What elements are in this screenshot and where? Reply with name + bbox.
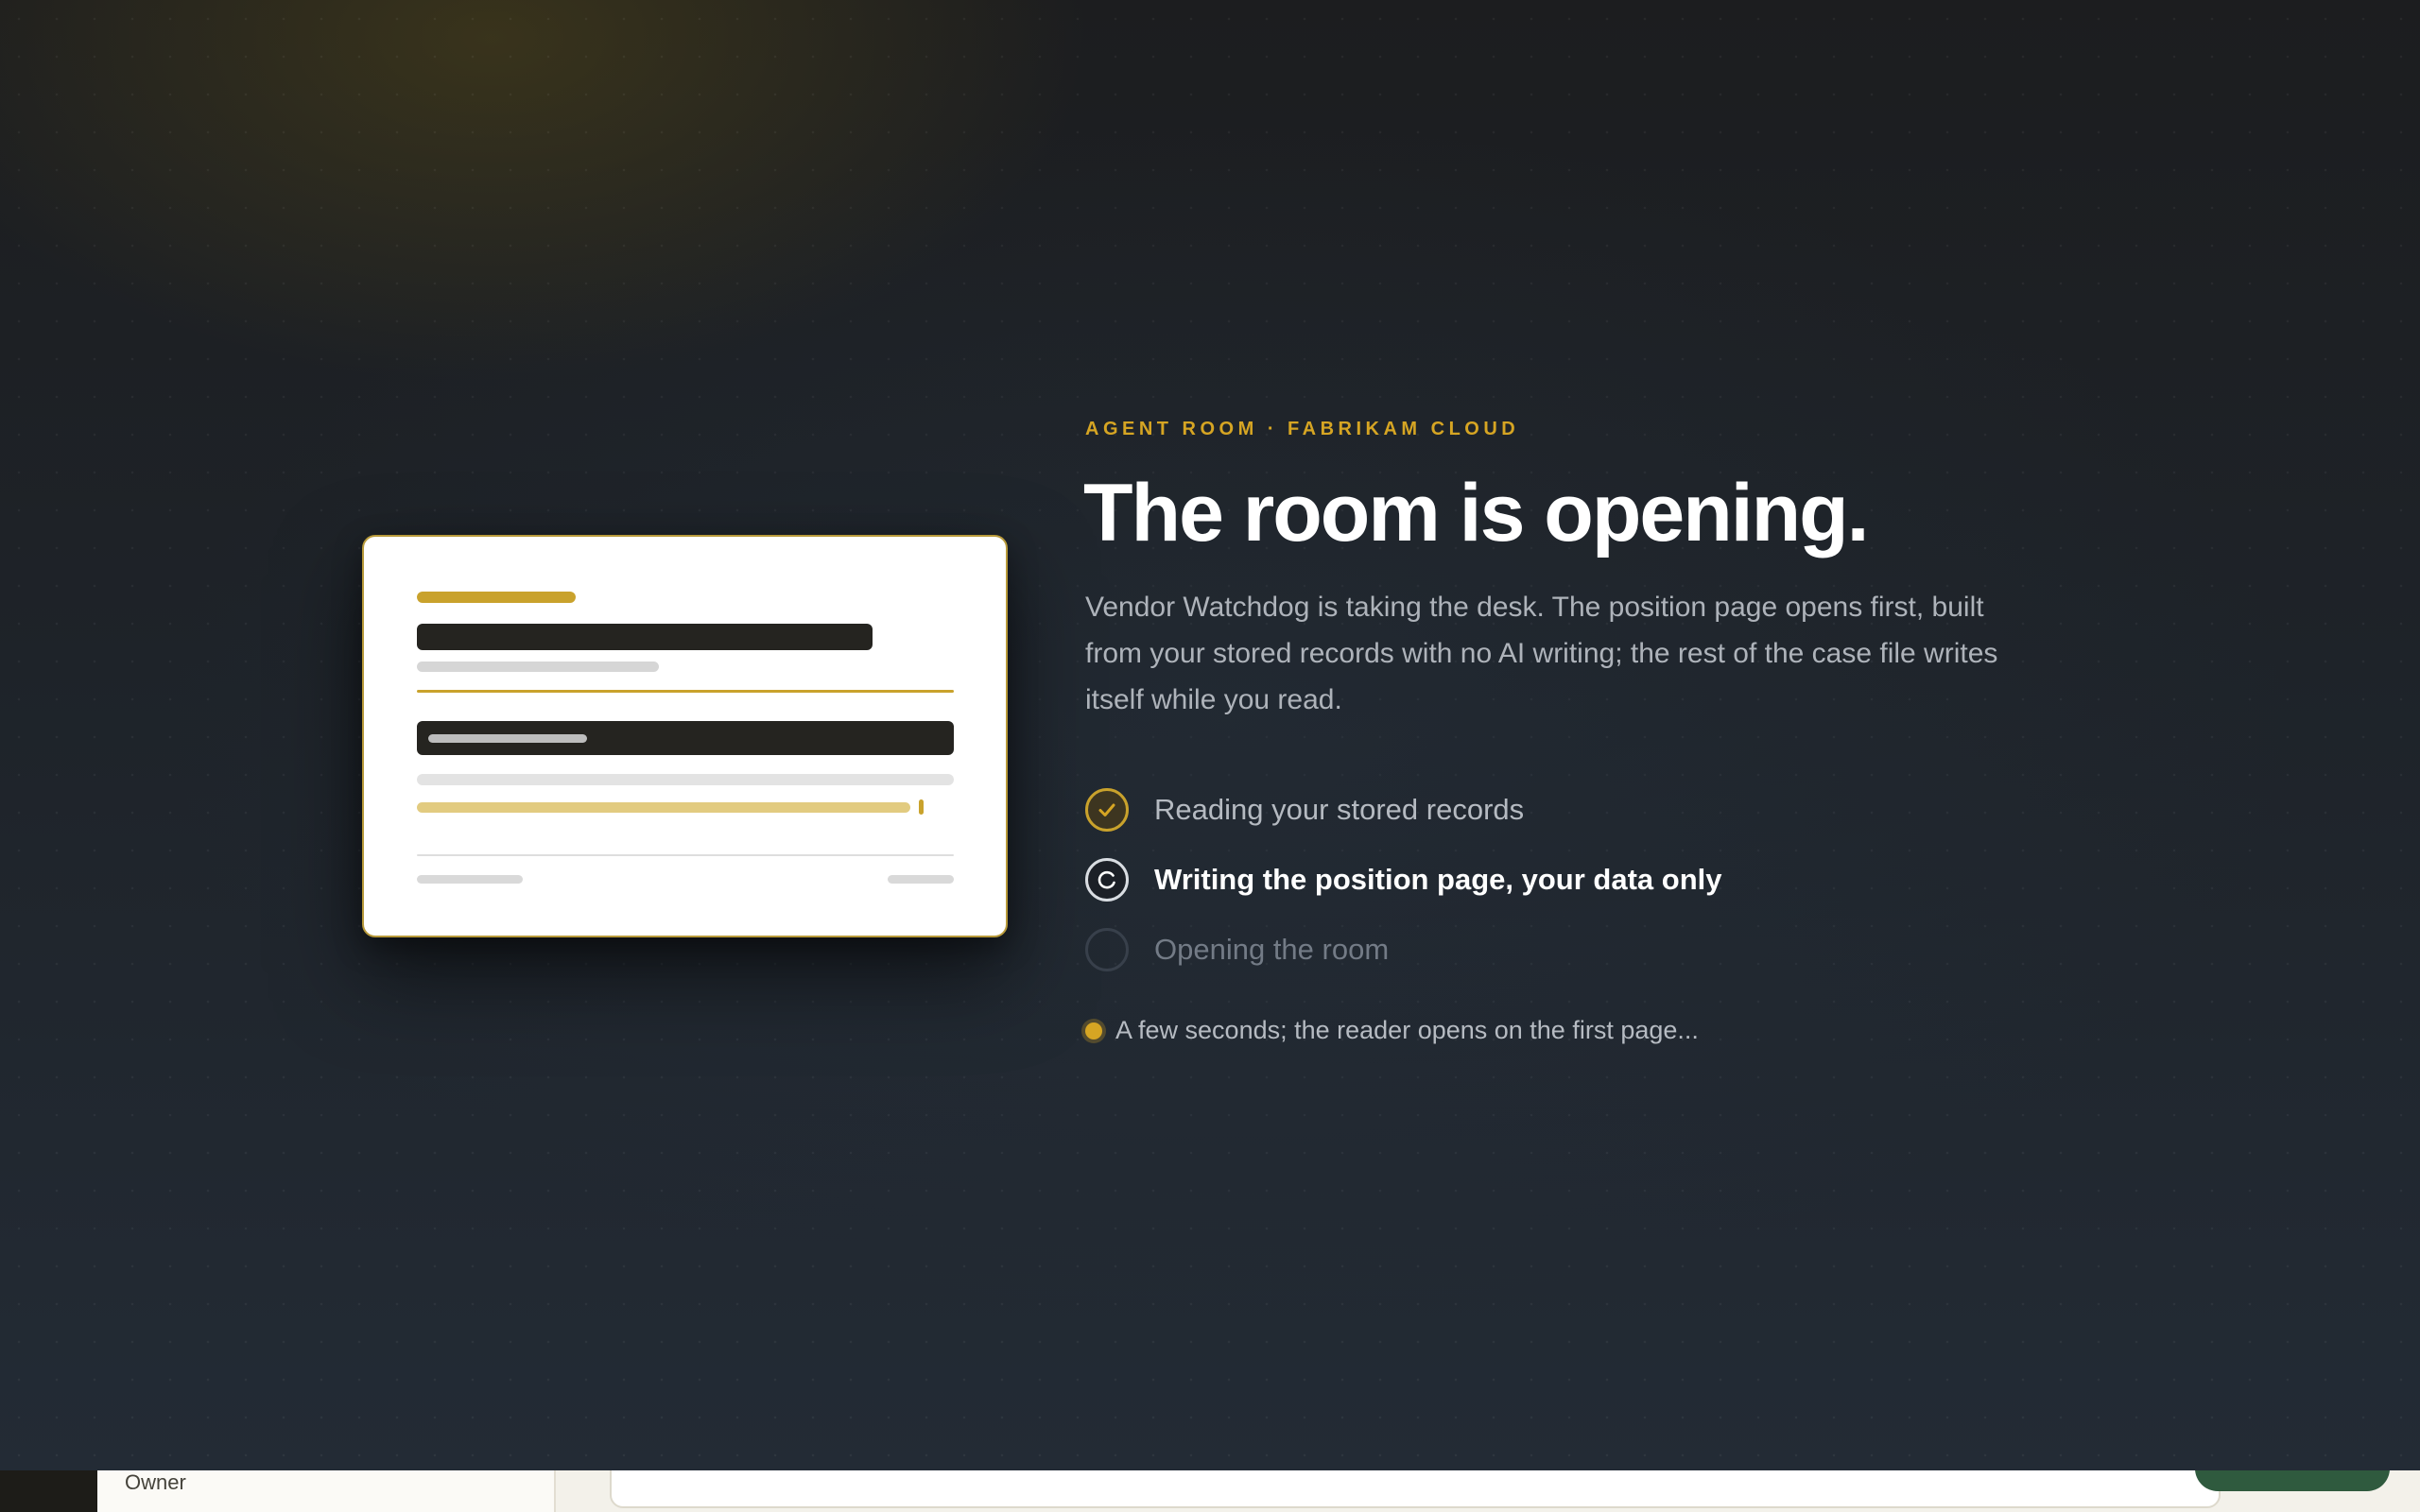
eyebrow-label: AGENT ROOM · FABRIKAM CLOUD [1085, 419, 1520, 439]
preview-footer-left [417, 875, 523, 884]
app-sidebar: Owner [97, 1470, 556, 1512]
document-preview-card [362, 535, 1008, 937]
preview-subtitle-bar [417, 662, 659, 672]
step-opening-room: Opening the room [1085, 915, 1722, 985]
preview-typing-cursor [919, 799, 924, 815]
sidebar-owner-label: Owner [125, 1470, 186, 1494]
preview-divider [417, 690, 954, 693]
app-content-card [610, 1467, 2221, 1508]
step-label: Reading your stored records [1154, 793, 1525, 826]
pulse-dot-icon [1085, 1022, 1102, 1040]
preview-footer-right [888, 875, 954, 884]
app-rail [0, 1470, 97, 1512]
preview-kicker-bar [417, 592, 576, 603]
step-label: Writing the position page, your data onl… [1154, 863, 1722, 896]
progress-steps: Reading your stored records Writing the … [1085, 775, 1722, 985]
description-text: Vendor Watchdog is taking the desk. The … [1085, 592, 1998, 715]
preview-writing-line [417, 802, 910, 813]
underlying-app: Owner [0, 1463, 2420, 1512]
preview-heading-text-bar [428, 734, 587, 743]
preview-footer-rule [417, 854, 954, 856]
status-note-text: A few seconds; the reader opens on the f… [1115, 1016, 1699, 1044]
preview-text-line [417, 774, 954, 785]
room-opening-overlay: AGENT ROOM · FABRIKAM CLOUD The room is … [0, 0, 2420, 1470]
check-icon [1085, 788, 1129, 832]
step-writing-position-page: Writing the position page, your data onl… [1085, 845, 1722, 915]
spinner-icon [1085, 858, 1129, 902]
preview-title-bar [417, 624, 873, 650]
empty-circle-icon [1085, 928, 1129, 971]
step-reading-records: Reading your stored records [1085, 775, 1722, 845]
status-note: A few seconds; the reader opens on the f… [1083, 1016, 1699, 1045]
page-title: The room is opening. [1083, 468, 1870, 558]
step-label: Opening the room [1154, 933, 1390, 966]
